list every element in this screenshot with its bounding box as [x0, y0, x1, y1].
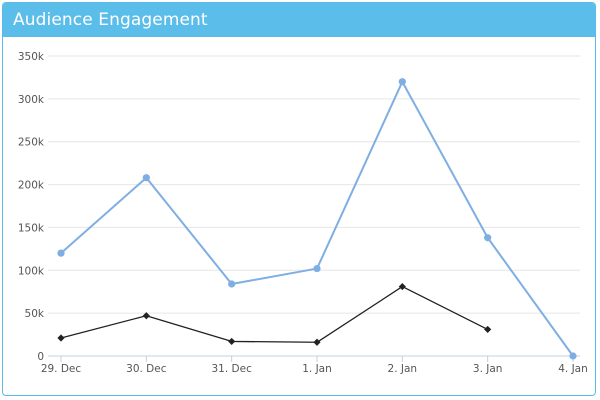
y-tick-label: 250k	[18, 137, 45, 149]
series	[57, 78, 577, 360]
data-point[interactable]	[484, 234, 492, 242]
x-tick-label: 3. Jan	[473, 363, 503, 375]
data-point[interactable]	[228, 337, 236, 346]
y-tick-label: 100k	[18, 265, 45, 277]
data-point[interactable]	[57, 334, 65, 342]
y-tick-label: 0	[37, 351, 44, 363]
data-point[interactable]	[313, 338, 321, 346]
x-tick-label: 30. Dec	[126, 363, 167, 375]
x-tick-label: 2. Jan	[388, 363, 418, 375]
x-tick-label: 29. Dec	[41, 363, 82, 375]
y-tick-label: 150k	[18, 222, 45, 234]
y-tick-label: 50k	[25, 308, 45, 320]
x-axis-ticks: 29. Dec 30. Dec 31. Dec 1. Jan 2. Jan 3. Jan 4…	[41, 356, 588, 375]
x-tick-label: 4. Jan	[558, 363, 588, 375]
series-line-1	[60, 80, 574, 357]
x-tick-label: 31. Dec	[211, 363, 252, 375]
gridlines	[48, 55, 580, 357]
y-axis-ticks: 0 50k 100k 150k 200k 250k 300k 350k	[18, 51, 45, 363]
series-line-2	[60, 285, 488, 343]
data-point[interactable]	[57, 249, 65, 257]
y-tick-label: 300k	[18, 94, 45, 106]
data-point[interactable]	[142, 174, 150, 182]
data-point[interactable]	[313, 264, 321, 273]
x-tick-label: 1. Jan	[302, 363, 332, 375]
data-point[interactable]	[398, 78, 406, 86]
data-point[interactable]	[569, 352, 577, 360]
line-chart: 0 50k 100k 150k 200k 250k 300k 350k 29. Dec 30. …	[18, 51, 588, 375]
y-tick-label: 350k	[18, 51, 45, 63]
data-point[interactable]	[228, 280, 236, 288]
y-tick-label: 200k	[18, 180, 45, 192]
data-point[interactable]	[398, 282, 406, 291]
data-point[interactable]	[484, 325, 492, 334]
